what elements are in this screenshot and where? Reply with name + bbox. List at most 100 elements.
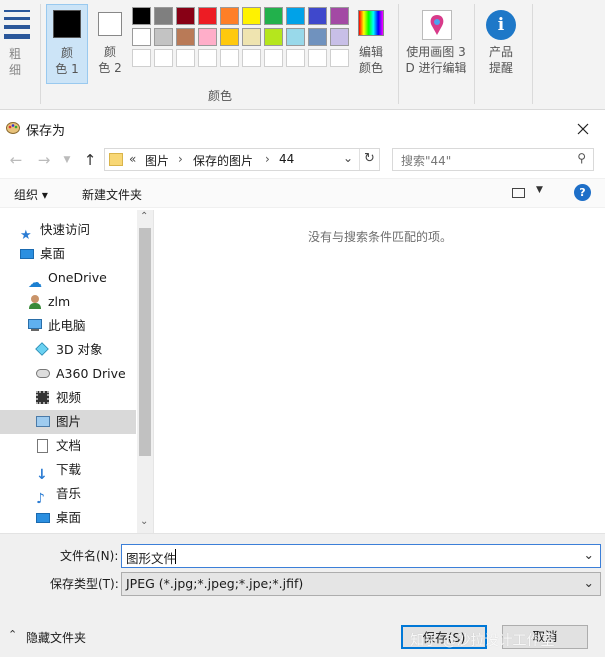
scroll-down-icon[interactable]: ⌄ xyxy=(140,516,148,527)
address-dropdown-icon[interactable]: ⌄ xyxy=(343,151,353,165)
palette-swatch[interactable] xyxy=(330,49,349,67)
nav-item[interactable]: 此电脑 xyxy=(0,314,136,338)
edit-with-paint3d-button[interactable]: 使用画图 3 D 进行编辑 xyxy=(400,4,472,84)
close-button[interactable] xyxy=(561,112,605,144)
nav-scrollbar[interactable]: ⌃ ⌄ xyxy=(137,210,153,533)
color1-swatch xyxy=(53,10,81,38)
command-bar: 组织 ▾ 新建文件夹 ▼ ? xyxy=(0,178,605,208)
palette-swatch[interactable] xyxy=(220,49,239,67)
nav-item[interactable]: ♪ 音乐 xyxy=(0,482,136,506)
palette-swatch[interactable] xyxy=(132,28,151,46)
nav-item[interactable]: ☁ OneDrive xyxy=(0,266,136,290)
nav-item[interactable]: 图片 xyxy=(0,410,136,434)
size-button[interactable]: 粗 细 xyxy=(0,4,36,84)
close-icon xyxy=(577,123,589,134)
palette-swatch[interactable] xyxy=(286,28,305,46)
product-alert-button[interactable]: i 产品 提醒 xyxy=(476,4,528,84)
nav-item[interactable]: 文档 xyxy=(0,434,136,458)
breadcrumb-pictures[interactable]: 图片 xyxy=(145,152,169,169)
filename-input[interactable]: 图形文件 xyxy=(126,548,176,567)
palette-swatch[interactable] xyxy=(154,7,173,25)
refresh-icon[interactable]: ↻ xyxy=(364,151,375,166)
organize-button[interactable]: 组织 ▾ xyxy=(14,186,48,203)
nav-item[interactable]: ★ 快速访问 xyxy=(0,218,136,243)
search-icon: ⚲ xyxy=(577,151,586,165)
palette-swatch[interactable] xyxy=(242,7,261,25)
forward-button[interactable]: → xyxy=(34,150,54,170)
filename-field[interactable]: 图形文件 ⌄ xyxy=(121,544,601,568)
up-button[interactable]: ↑ xyxy=(80,150,100,170)
nav-item[interactable]: 桌面 xyxy=(0,506,136,530)
help-button[interactable]: ? xyxy=(574,184,591,201)
recent-locations-button[interactable]: ▼ xyxy=(60,150,74,170)
scroll-up-icon[interactable]: ⌃ xyxy=(140,211,148,222)
palette-swatch[interactable] xyxy=(198,28,217,46)
search-box[interactable]: 搜索"44" ⚲ xyxy=(392,148,594,171)
nav-item-label: 文档 xyxy=(56,438,82,453)
breadcrumb-overflow[interactable]: « xyxy=(129,152,136,166)
palette-swatch[interactable] xyxy=(132,49,151,67)
palette-swatch[interactable] xyxy=(198,49,217,67)
rainbow-palette-icon xyxy=(358,10,384,36)
color1-button[interactable]: 颜 色 1 xyxy=(46,4,88,84)
palette-swatch[interactable] xyxy=(220,7,239,25)
palette-swatch[interactable] xyxy=(286,7,305,25)
breadcrumb-saved-pictures[interactable]: 保存的图片 xyxy=(193,152,253,169)
search-input[interactable]: 搜索"44" xyxy=(401,152,451,169)
scroll-thumb[interactable] xyxy=(139,228,151,456)
palette-swatch[interactable] xyxy=(264,7,283,25)
edit-colors-button[interactable]: 编辑 颜色 xyxy=(354,4,390,84)
nav-item-label: 音乐 xyxy=(56,486,82,501)
palette-swatch[interactable] xyxy=(308,7,327,25)
palette-swatch[interactable] xyxy=(220,28,239,46)
chevron-down-icon: ⌄ xyxy=(583,575,594,590)
new-folder-button[interactable]: 新建文件夹 xyxy=(82,186,142,203)
palette-swatch[interactable] xyxy=(242,28,261,46)
breadcrumb-44[interactable]: 44 xyxy=(279,152,294,166)
palette-swatch[interactable] xyxy=(330,28,349,46)
palette-swatch[interactable] xyxy=(176,28,195,46)
nav-item-label: 下载 xyxy=(56,462,82,477)
view-options-button[interactable]: ▼ xyxy=(510,185,550,202)
palette-swatch[interactable] xyxy=(308,28,327,46)
palette-swatch[interactable] xyxy=(264,28,283,46)
star-icon: ★ xyxy=(20,228,32,243)
computer-icon xyxy=(28,319,42,333)
filetype-select[interactable]: JPEG (*.jpg;*.jpeg;*.jpe;*.jfif) ⌄ xyxy=(121,572,601,596)
nav-item[interactable]: 桌面 xyxy=(0,242,136,266)
palette-swatch[interactable] xyxy=(154,28,173,46)
palette-swatch[interactable] xyxy=(286,49,305,67)
navigation-pane: ★ 快速访问 桌面 ☁ OneDrive zlm 此电脑 3D 对象 A360 Drive 视频图… xyxy=(0,210,154,533)
palette-swatch[interactable] xyxy=(330,7,349,25)
back-arrow-icon: ← xyxy=(9,151,23,169)
palette-swatch[interactable] xyxy=(176,7,195,25)
color2-button[interactable]: 颜 色 2 xyxy=(92,4,128,84)
breadcrumb-separator-icon: › xyxy=(265,152,270,166)
download-icon: ↓ xyxy=(36,467,48,483)
nav-item[interactable]: 视频 xyxy=(0,386,136,410)
title-bar: 保存为 xyxy=(0,112,605,144)
palette-swatch[interactable] xyxy=(264,49,283,67)
size-label: 粗 细 xyxy=(8,47,21,77)
filename-label: 文件名(N): xyxy=(60,549,119,563)
palette-swatch[interactable] xyxy=(198,7,217,25)
nav-item[interactable]: 3D 对象 xyxy=(0,338,136,362)
palette-swatch[interactable] xyxy=(242,49,261,67)
nav-item[interactable]: zlm xyxy=(0,290,136,314)
nav-item-label: 3D 对象 xyxy=(56,342,103,357)
back-button[interactable]: ← xyxy=(6,150,26,170)
nav-item[interactable]: A360 Drive xyxy=(0,362,136,386)
palette-swatch[interactable] xyxy=(132,7,151,25)
line-size-icon xyxy=(4,10,30,39)
cloud-icon: ☁ xyxy=(28,275,42,291)
palette-swatch[interactable] xyxy=(154,49,173,67)
folder-icon xyxy=(109,153,123,166)
address-bar[interactable]: « 图片 › 保存的图片 › 44 ⌄ ↻ xyxy=(104,148,380,171)
palette-swatch[interactable] xyxy=(176,49,195,67)
paint-ribbon: 粗 细 颜 色 1 颜 色 2 颜色 编辑 颜色 使用画图 3 D 进行编辑 i… xyxy=(0,0,605,110)
chevron-down-icon[interactable]: ⌄ xyxy=(584,547,594,562)
nav-item[interactable]: ↓ 下载 xyxy=(0,458,136,482)
palette-swatch[interactable] xyxy=(308,49,327,67)
nav-item-label: OneDrive xyxy=(48,270,107,285)
file-list[interactable]: 没有与搜索条件匹配的项。 xyxy=(155,210,605,533)
